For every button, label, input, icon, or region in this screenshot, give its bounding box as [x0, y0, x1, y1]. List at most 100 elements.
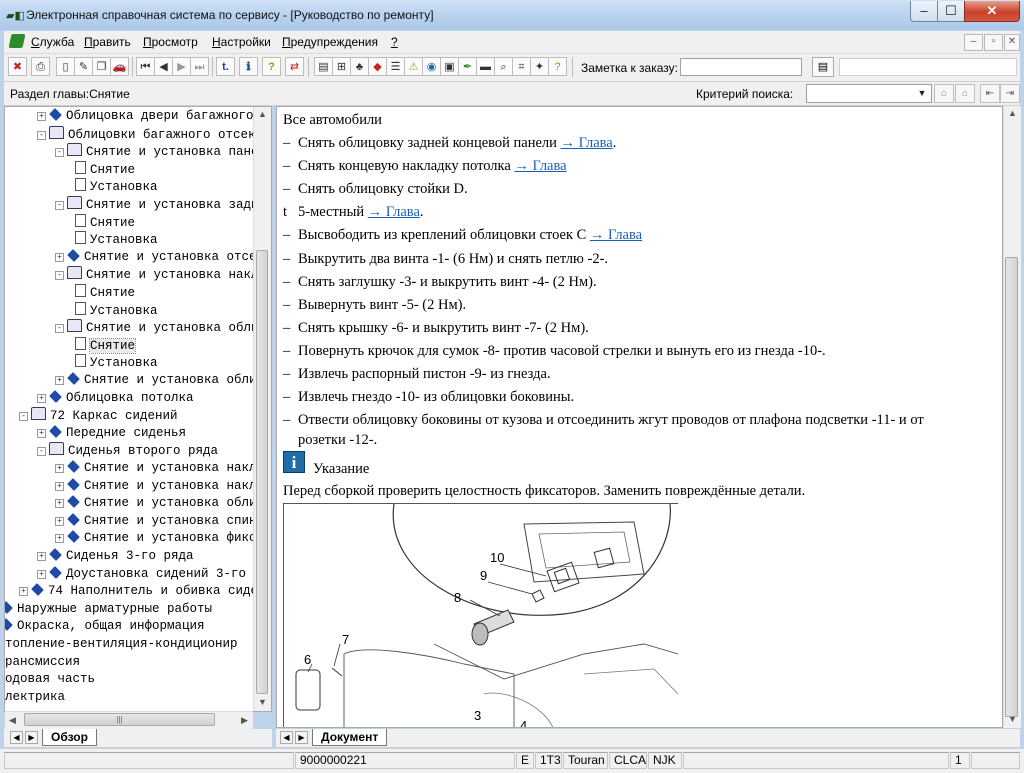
goto-t-icon[interactable]: t.: [216, 57, 235, 76]
tab-overview[interactable]: Обзор: [42, 729, 97, 746]
info-icon[interactable]: ℹ: [239, 57, 258, 76]
edit-icon[interactable]: ✎: [74, 57, 93, 76]
chapter-link[interactable]: → Глава: [514, 158, 566, 174]
list-icon[interactable]: ☰: [386, 57, 405, 76]
expand-toggle-icon[interactable]: +: [37, 393, 46, 403]
tree-item[interactable]: - Облицовки багажного отсека: [37, 125, 263, 143]
menu-edit[interactable]: Править: [84, 35, 131, 49]
help-icon[interactable]: ?: [262, 57, 281, 76]
tab-prev-icon[interactable]: ◀: [10, 731, 23, 744]
collapse-toggle-icon[interactable]: -: [19, 412, 28, 422]
tree-item[interactable]: + Облицовка потолка: [37, 389, 194, 407]
collapse-toggle-icon[interactable]: -: [55, 324, 64, 334]
mdi-close-button[interactable]: ✕: [1004, 34, 1020, 51]
order-note-input[interactable]: [680, 58, 802, 76]
menu-warnings[interactable]: Предупреждения: [282, 35, 378, 49]
pen-icon[interactable]: ✒: [458, 57, 477, 76]
tree-item[interactable]: + Снятие и установка отсе: [55, 248, 257, 266]
tree-item[interactable]: +74 Наполнитель и обивка сиде: [19, 583, 258, 600]
tree-item[interactable]: + Передние сиденья: [37, 424, 186, 442]
tree-item[interactable]: + Облицовка двери багажного: [37, 108, 254, 125]
print-icon[interactable]: ⎙: [31, 57, 50, 76]
help-doc-icon[interactable]: ?: [548, 57, 567, 76]
menu-service[interactable]: Служба: [31, 35, 74, 49]
tree-item[interactable]: топление-вентиляция-кондиционир: [5, 636, 238, 653]
tree-item[interactable]: Снятие: [73, 336, 137, 354]
expand-toggle-icon[interactable]: +: [55, 252, 64, 262]
expand-toggle-icon[interactable]: +: [37, 428, 46, 438]
scroll-left-icon[interactable]: ◀: [5, 713, 20, 728]
tree-item[interactable]: - Снятие и установка задн: [55, 196, 259, 213]
tab-next-icon[interactable]: ▶: [295, 731, 308, 744]
tree-hscroll-thumb[interactable]: |||: [24, 713, 215, 726]
tree-item[interactable]: + Снятие и установка накл: [55, 477, 257, 495]
tree-item[interactable]: + Снятие и установка накл: [55, 460, 257, 477]
tree-item[interactable]: - Сиденья второго ряда: [37, 442, 218, 459]
warning-triangle-icon[interactable]: ⚠: [404, 57, 423, 76]
book-icon[interactable]: ▤: [314, 57, 333, 76]
tree-item[interactable]: Установка: [73, 301, 158, 319]
menu-help[interactable]: ?: [391, 35, 398, 49]
expand-toggle-icon[interactable]: +: [55, 534, 64, 544]
globe-icon[interactable]: ◉: [422, 57, 441, 76]
grid-icon[interactable]: ⊞: [332, 57, 351, 76]
minimize-button[interactable]: –: [910, 1, 938, 22]
expand-toggle-icon[interactable]: +: [55, 516, 64, 526]
tree-item[interactable]: лектрика: [5, 689, 65, 706]
chapter-link[interactable]: → Глава: [590, 227, 642, 243]
tree-item[interactable]: Окраска, общая информация: [5, 618, 205, 635]
first-icon[interactable]: ⏮: [136, 57, 155, 76]
tag-icon[interactable]: ⌗: [512, 57, 531, 76]
tree-item[interactable]: рансмиссия: [5, 654, 80, 671]
expand-icon[interactable]: ⇥: [1000, 84, 1020, 103]
tree-item[interactable]: - Снятие и установка обли: [55, 319, 259, 336]
expand-toggle-icon[interactable]: +: [37, 569, 46, 579]
expand-toggle-icon[interactable]: +: [55, 464, 64, 473]
tree-item[interactable]: Снятие: [73, 160, 135, 178]
next-icon[interactable]: ▶: [172, 57, 191, 76]
menu-settings[interactable]: Настройки: [212, 35, 271, 49]
expand-toggle-icon[interactable]: +: [37, 112, 46, 121]
search-next-icon[interactable]: ⌂: [955, 84, 975, 103]
scroll-up-icon[interactable]: ▲: [255, 107, 270, 122]
content-scroll-thumb[interactable]: [1005, 257, 1018, 717]
close-button[interactable]: ✕: [964, 1, 1020, 22]
tree-item[interactable]: Установка: [73, 231, 158, 248]
tree-item[interactable]: + Снятие и установка обли: [55, 372, 257, 389]
car-small-icon[interactable]: ▬: [476, 57, 495, 76]
exit-icon[interactable]: ✖: [8, 57, 27, 76]
tab-prev-icon[interactable]: ◀: [280, 731, 293, 744]
refresh-icon[interactable]: ⇄: [285, 57, 304, 76]
copy-icon[interactable]: ❐: [92, 57, 111, 76]
search-prev-icon[interactable]: ⌂: [934, 84, 954, 103]
expand-toggle-icon[interactable]: +: [19, 587, 28, 597]
tree-item[interactable]: + Снятие и установка спин: [55, 512, 257, 530]
tree-item[interactable]: Установка: [73, 178, 158, 195]
search-criteria-select[interactable]: ▼: [806, 84, 932, 103]
tree-item[interactable]: + Снятие и установка обли: [55, 495, 257, 512]
scroll-right-icon[interactable]: ▶: [237, 713, 252, 728]
search-icon[interactable]: ⌕: [494, 57, 513, 76]
expand-toggle-icon[interactable]: +: [55, 499, 64, 509]
collapse-toggle-icon[interactable]: -: [55, 201, 64, 210]
tree-item[interactable]: - Снятие и установка пане: [55, 143, 259, 160]
tab-next-icon[interactable]: ▶: [25, 731, 38, 744]
chevron-down-icon[interactable]: ▼: [915, 86, 929, 101]
chapter-link[interactable]: → Глава: [561, 135, 613, 151]
tree-item[interactable]: - Снятие и установка накл: [55, 266, 259, 283]
prev-icon[interactable]: ◀: [154, 57, 173, 76]
tree-item[interactable]: Снятие: [73, 213, 135, 231]
tree-scroll-thumb[interactable]: [256, 250, 268, 694]
mdi-restore-button[interactable]: ▫: [984, 34, 1003, 51]
scroll-up-icon[interactable]: ▲: [1005, 106, 1020, 121]
expand-toggle-icon[interactable]: +: [55, 481, 64, 491]
tools-icon[interactable]: ✦: [530, 57, 549, 76]
order-note-button[interactable]: ▤: [812, 57, 834, 77]
tree-item[interactable]: - 72 Каркас сидений: [19, 407, 178, 424]
tree-item[interactable]: одовая часть: [5, 671, 95, 688]
tree-item[interactable]: Установка: [73, 354, 158, 371]
warning-icon[interactable]: ◆: [368, 57, 387, 76]
menu-view[interactable]: Просмотр: [143, 35, 198, 49]
tree-item[interactable]: + Снятие и установка фикс: [55, 530, 257, 547]
disk-icon[interactable]: ▣: [440, 57, 459, 76]
